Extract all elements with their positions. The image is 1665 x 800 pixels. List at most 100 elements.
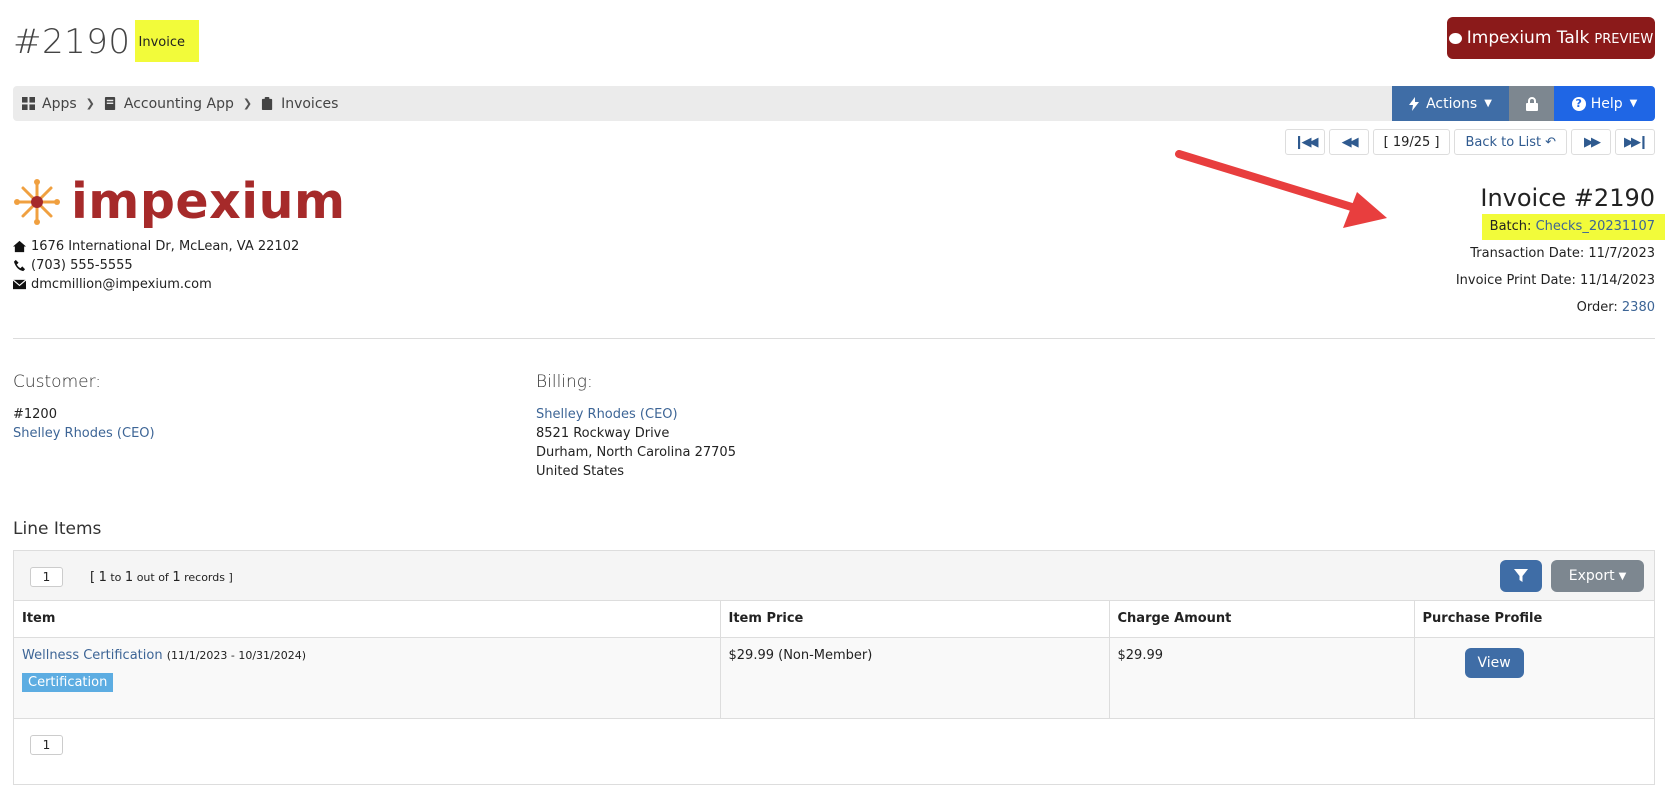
book-icon [104, 97, 116, 110]
actions-button[interactable]: Actions ▼ [1392, 86, 1509, 121]
toolbar-buttons: Actions ▼ ? Help ▼ [1392, 86, 1655, 121]
skip-first-icon: ❙◀◀ [1293, 134, 1319, 150]
envelope-icon [13, 279, 26, 290]
question-circle-icon: ? [1571, 96, 1586, 111]
impexium-star-icon [14, 179, 60, 225]
chevron-right-icon: ❯ [242, 97, 253, 110]
records-word: records ] [184, 571, 233, 584]
company-contact: 1676 International Dr, McLean, VA 22102 … [13, 237, 299, 294]
column-header-item[interactable]: Item [14, 601, 721, 638]
help-button[interactable]: ? Help ▼ [1554, 86, 1655, 121]
company-logo: impexium [13, 173, 346, 230]
talk-button-label: Impexium Talk [1466, 28, 1590, 48]
company-address-row: 1676 International Dr, McLean, VA 22102 [13, 237, 299, 256]
first-record-button[interactable]: ❙◀◀ [1284, 129, 1325, 155]
billing-country: United States [536, 464, 625, 479]
records-bracket: [ [90, 570, 96, 585]
breadcrumb-item-invoices[interactable]: Invoices [261, 96, 338, 112]
filter-button[interactable] [1500, 560, 1542, 592]
cell-purchase-profile: View [1414, 637, 1654, 718]
grid-icon [22, 97, 35, 110]
fast-forward-icon: ▶▶ [1584, 134, 1601, 150]
chevron-down-icon: ▼ [1484, 98, 1492, 109]
company-email: dmcmillion@impexium.com [31, 277, 212, 292]
item-link[interactable]: Wellness Certification [22, 648, 163, 663]
table-header-row: Item Item Price Charge Amount Purchase P… [14, 601, 1654, 638]
chat-bubble-icon [1448, 32, 1462, 44]
company-address: 1676 International Dr, McLean, VA 22102 [31, 239, 300, 254]
page-heading: #2190 Invoice [13, 20, 199, 62]
previous-record-button[interactable]: ◀◀ [1328, 129, 1369, 155]
annotation-arrow [1175, 150, 1387, 228]
invoice-batch: Batch: Checks_20231107 [1481, 214, 1665, 240]
page-number-button[interactable]: 1 [30, 735, 63, 755]
lock-button[interactable] [1509, 86, 1554, 121]
back-to-list-label: Back to List [1465, 134, 1542, 150]
view-button[interactable]: View [1464, 647, 1524, 678]
customer-name-link[interactable]: Shelley Rhodes (CEO) [13, 424, 155, 443]
order-link[interactable]: 2380 [1622, 300, 1655, 315]
records-to-word: to [110, 571, 122, 584]
billing-heading: Billing: [536, 372, 593, 392]
clipboard-icon [262, 97, 273, 110]
logo-wordmark: impexium [71, 173, 346, 230]
customer-id: #1200 [13, 407, 57, 422]
company-email-row: dmcmillion@impexium.com [13, 275, 299, 294]
lock-icon [1525, 96, 1538, 111]
records-total: 1 [172, 570, 181, 585]
invoice-title: Invoice #2190 [1480, 184, 1655, 212]
record-pager: ❙◀◀ ◀◀ [ 19/25 ] Back to List ↶ ▶▶ ▶▶❙ [1284, 129, 1655, 155]
cell-item: Wellness Certification (11/1/2023 - 10/3… [14, 637, 721, 718]
last-record-button[interactable]: ▶▶❙ [1615, 129, 1655, 155]
records-summary: [ 1 to 1 out of 1 records ] [90, 570, 233, 585]
item-type-tag: Certification [22, 672, 114, 692]
batch-link[interactable]: Checks_20231107 [1536, 219, 1655, 234]
next-record-button[interactable]: ▶▶ [1571, 129, 1611, 155]
billing-street: 8521 Rockway Drive [536, 426, 670, 441]
records-from: 1 [98, 570, 107, 585]
divider [13, 338, 1655, 339]
billing-city: Durham, North Carolina 27705 [536, 445, 736, 460]
order-label: Order: [1576, 300, 1618, 315]
cell-charge-amount: $29.99 [1109, 637, 1415, 718]
company-phone-row: (703) 555-5555 [13, 256, 299, 275]
grid-footer: 1 [14, 718, 1654, 768]
filter-icon [1514, 569, 1528, 582]
company-phone: (703) 555-5555 [31, 258, 133, 273]
impexium-talk-button[interactable]: Impexium Talk PREVIEW [1447, 17, 1655, 59]
breadcrumb-label: Apps [42, 95, 77, 112]
column-header-charge-amount[interactable]: Charge Amount [1109, 601, 1415, 638]
breadcrumb-item-apps[interactable]: Apps ❯ [22, 96, 95, 112]
page-number-button[interactable]: 1 [30, 567, 63, 587]
talk-preview-badge: PREVIEW [1594, 32, 1654, 47]
chevron-down-icon: ▼ [1629, 98, 1638, 109]
line-items-table: Item Item Price Charge Amount Purchase P… [14, 601, 1654, 718]
batch-label: Batch: [1489, 219, 1532, 234]
line-items-grid: 1 [ 1 to 1 out of 1 records ] Export ▼ I… [13, 550, 1655, 785]
breadcrumb-label: Invoices [281, 95, 339, 112]
back-to-list-button[interactable]: Back to List ↶ [1454, 129, 1567, 155]
column-header-purchase-profile[interactable]: Purchase Profile [1414, 601, 1654, 638]
reply-all-icon: ↶ [1545, 134, 1556, 150]
table-row: Wellness Certification (11/1/2023 - 10/3… [14, 637, 1654, 718]
invoice-meta: Invoice #2190 Batch: Checks_20231107 Tra… [1456, 184, 1665, 321]
bolt-icon [1409, 96, 1420, 111]
customer-heading: Customer: [13, 372, 102, 392]
chevron-right-icon: ❯ [85, 97, 95, 110]
export-button[interactable]: Export ▼ [1551, 560, 1644, 592]
invoice-order: Order: 2380 [1456, 294, 1655, 321]
cell-item-price: $29.99 (Non-Member) [720, 637, 1110, 718]
column-header-item-price[interactable]: Item Price [720, 601, 1110, 638]
billing-section: Billing: Shelley Rhodes (CEO) 8521 Rockw… [536, 373, 736, 481]
billing-name-link[interactable]: Shelley Rhodes (CEO) [536, 405, 736, 424]
line-items-heading: Line Items [13, 519, 102, 539]
actions-label: Actions [1426, 95, 1478, 112]
breadcrumb-item-accounting-app[interactable]: Accounting App ❯ [104, 96, 252, 112]
home-icon [13, 240, 26, 253]
phone-icon [13, 259, 26, 272]
breadcrumb: Apps ❯ Accounting App ❯ Invoices Actions… [13, 86, 1655, 121]
item-date-range: (11/1/2023 - 10/31/2024) [166, 648, 307, 662]
chevron-down-icon: ▼ [1618, 570, 1627, 582]
customer-section: Customer: #1200 Shelley Rhodes (CEO) [13, 373, 155, 443]
page-title-type: Invoice [134, 20, 199, 62]
